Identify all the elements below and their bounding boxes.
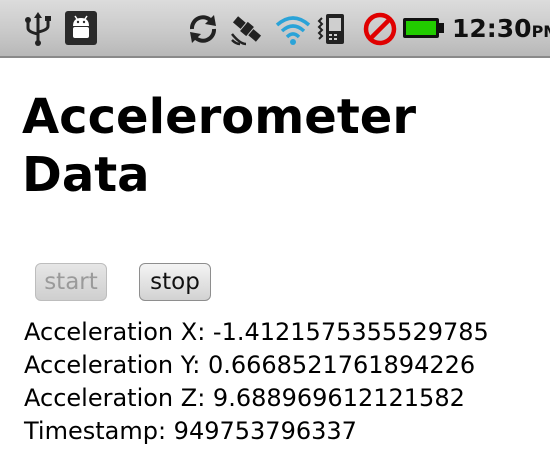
sensor-readings: Acceleration X: -1.4121575355529785 Acce… xyxy=(24,316,489,448)
battery-icon xyxy=(403,18,444,38)
acceleration-x-text: Acceleration X: -1.4121575355529785 xyxy=(24,318,489,346)
acceleration-z-text: Acceleration Z: 9.688969612121582 xyxy=(24,384,465,412)
vibrate-icon xyxy=(317,14,344,44)
start-button[interactable]: start xyxy=(35,263,107,301)
status-bar: 12:30PM xyxy=(0,0,550,58)
wifi-icon xyxy=(275,16,311,45)
gps-satellite-icon xyxy=(231,16,262,46)
usb-icon xyxy=(25,12,51,46)
clock-ampm: PM xyxy=(531,22,550,41)
no-sim-icon xyxy=(363,12,397,46)
sync-icon xyxy=(190,15,216,43)
activity-content: Accelerometer Data start stop Accelerati… xyxy=(0,58,550,456)
page-title: Accelerometer Data xyxy=(22,89,417,203)
timestamp-text: Timestamp: 949753796337 xyxy=(24,417,357,445)
stop-button[interactable]: stop xyxy=(139,263,211,301)
clock-time: 12:30 xyxy=(452,14,532,43)
android-debug-icon xyxy=(65,11,97,45)
status-clock: 12:30PM xyxy=(452,14,550,43)
acceleration-y-text: Acceleration Y: 0.6668521761894226 xyxy=(24,351,476,379)
